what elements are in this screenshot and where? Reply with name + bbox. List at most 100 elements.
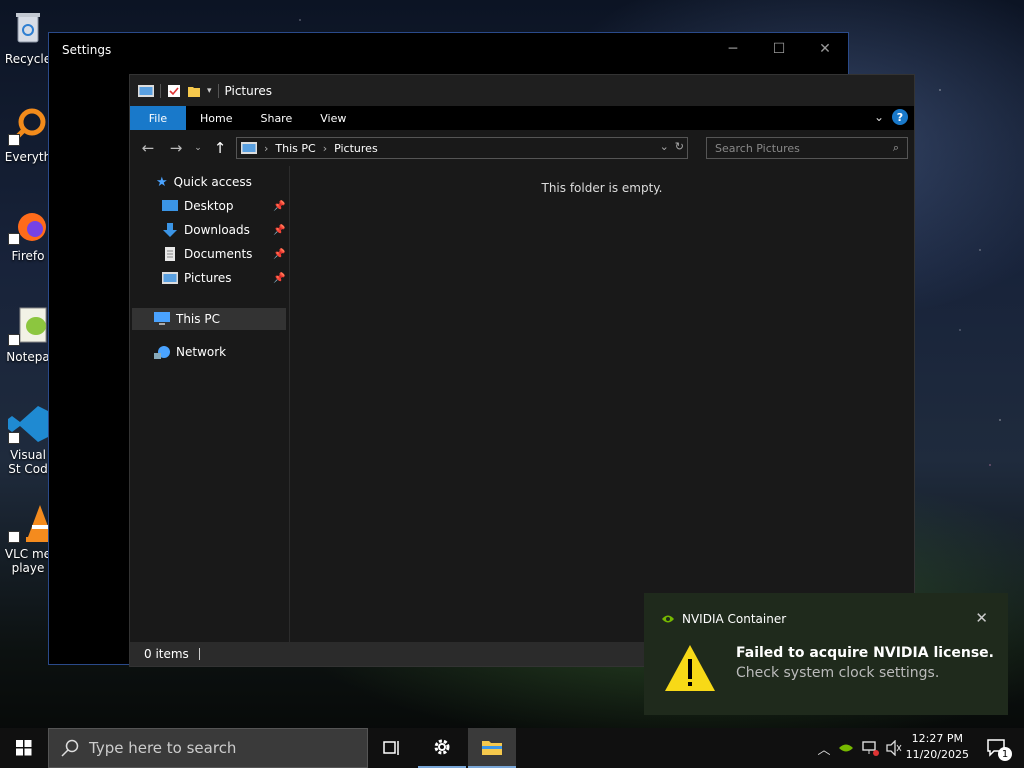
close-icon[interactable]: ✕ [975, 609, 988, 627]
explorer-title: Pictures [224, 83, 273, 98]
vscode-icon [8, 404, 48, 444]
breadcrumb-separator-icon[interactable]: › [264, 142, 268, 155]
nvidia-tray-icon[interactable] [839, 743, 853, 753]
file-explorer-window: ▾ Pictures File Home Share View ⌄ ? ← → … [129, 74, 915, 667]
breadcrumb-separator-icon[interactable]: › [323, 142, 327, 155]
sidebar-item-desktop[interactable]: Desktop 📌 [162, 195, 287, 217]
notification-app-name: NVIDIA Container [682, 612, 787, 626]
sidebar-item-label: Desktop [184, 199, 234, 213]
help-icon[interactable]: ? [892, 109, 908, 125]
sidebar-item-quick-access[interactable]: ★ Quick access [156, 171, 252, 193]
sidebar-item-documents[interactable]: Documents 📌 [162, 243, 287, 265]
documents-folder-icon [165, 247, 175, 261]
gear-icon [434, 739, 450, 755]
pictures-location-icon [241, 142, 257, 154]
pin-icon[interactable]: 📌 [273, 249, 285, 260]
file-list[interactable]: This folder is empty. [290, 166, 914, 642]
settings-title: Settings [62, 43, 112, 57]
desktop-icon-everything[interactable]: Everyth [4, 106, 52, 164]
recycle-bin-icon [8, 8, 48, 48]
taskbar: Type here to search ︿ 12:27 PM 11/20/202… [0, 728, 1024, 768]
pictures-window-icon [138, 84, 154, 97]
sidebar-item-pictures[interactable]: Pictures 📌 [162, 267, 287, 289]
pin-icon[interactable]: 📌 [273, 273, 285, 284]
taskbar-settings-app[interactable] [418, 728, 466, 768]
desktop-icon-label: Notepa [6, 350, 50, 364]
sidebar-item-label: Quick access [173, 175, 252, 189]
sidebar-item-label: Pictures [184, 271, 232, 285]
notification-body: Check system clock settings. [736, 665, 940, 681]
refresh-icon[interactable]: ↻ [675, 140, 684, 153]
settings-window-controls: ─ ☐ ✕ [710, 33, 848, 65]
vlc-icon [8, 503, 54, 543]
search-input[interactable]: Search Pictures ⌕ [706, 137, 908, 159]
address-row: ← → ⌄ ↑ › This PC › Pictures ⌄ ↻ Search … [130, 130, 914, 166]
search-placeholder: Search Pictures [715, 141, 800, 155]
sidebar-item-label: This PC [176, 312, 220, 326]
recent-locations-chevron-icon[interactable]: ⌄ [192, 136, 204, 160]
sidebar-item-this-pc[interactable]: This PC [132, 308, 286, 330]
search-icon: ⌕ [892, 141, 899, 154]
breadcrumb-this-pc[interactable]: This PC [275, 142, 315, 155]
task-view-icon [383, 741, 399, 755]
star-icon: ★ [156, 174, 168, 190]
tab-share[interactable]: Share [246, 106, 306, 130]
downloads-folder-icon [163, 223, 177, 237]
notepad-plus-icon [8, 306, 48, 346]
tab-home[interactable]: Home [186, 106, 246, 130]
sidebar-item-network[interactable]: Network [154, 341, 226, 363]
taskbar-clock[interactable]: 12:27 PM 11/20/2025 [906, 731, 969, 763]
item-count: 0 items [144, 647, 189, 661]
desktop-icon-vscode[interactable]: Visual St Cod [4, 404, 52, 476]
pin-icon[interactable]: 📌 [273, 225, 285, 236]
task-view-button[interactable] [368, 728, 416, 768]
show-hidden-icons-chevron-icon[interactable]: ︿ [815, 739, 833, 758]
properties-quick-icon[interactable] [167, 84, 181, 98]
taskbar-file-explorer-app[interactable] [468, 728, 516, 768]
start-button[interactable] [0, 728, 48, 768]
desktop-icon-firefox[interactable]: Firefo [4, 205, 52, 263]
pin-icon[interactable]: 📌 [273, 201, 285, 212]
desktop-icon-recycle-bin[interactable]: Recycle [4, 8, 52, 66]
close-button[interactable]: ✕ [802, 33, 848, 65]
taskbar-search-placeholder: Type here to search [89, 739, 237, 757]
desktop-icon-label: Recycle [4, 52, 52, 66]
clock-time: 12:27 PM [911, 732, 963, 745]
warning-icon [665, 645, 715, 691]
action-center-button[interactable]: 1 [986, 737, 1012, 761]
empty-folder-message: This folder is empty. [541, 181, 663, 195]
navigation-pane: ★ Quick access Desktop 📌 Downloads 📌 Doc… [130, 166, 290, 642]
maximize-button[interactable]: ☐ [756, 33, 802, 65]
notification-title: Failed to acquire NVIDIA license. [736, 645, 994, 661]
status-divider [198, 648, 200, 660]
address-dropdown-icon[interactable]: ⌄ [660, 140, 669, 153]
network-tray-icon[interactable] [861, 740, 879, 756]
customize-quick-access-icon[interactable]: ▾ [207, 86, 212, 96]
ribbon: File Home Share View ⌄ ? [130, 106, 914, 130]
tab-view[interactable]: View [306, 106, 360, 130]
taskbar-search-box[interactable]: Type here to search [48, 728, 368, 768]
clock-date: 11/20/2025 [905, 748, 969, 761]
back-arrow-icon[interactable]: ← [136, 136, 160, 160]
explorer-title-bar: ▾ Pictures [130, 75, 914, 106]
address-bar[interactable]: › This PC › Pictures ⌄ ↻ [236, 137, 688, 159]
desktop-icon-vlc[interactable]: VLC me playe [4, 503, 54, 575]
desktop-icon-label: VLC me playe [4, 547, 52, 575]
tab-file[interactable]: File [130, 106, 186, 130]
notification-header: NVIDIA Container [662, 612, 786, 626]
expand-ribbon-icon[interactable]: ⌄ [874, 110, 884, 124]
up-arrow-icon[interactable]: ↑ [208, 136, 232, 160]
desktop-icon-label: Firefo [11, 249, 45, 263]
breadcrumb-pictures[interactable]: Pictures [334, 142, 378, 155]
network-icon [154, 346, 170, 359]
notification-toast[interactable]: NVIDIA Container ✕ Failed to acquire NVI… [644, 593, 1008, 715]
sidebar-item-downloads[interactable]: Downloads 📌 [162, 219, 287, 241]
notification-message: Failed to acquire NVIDIA license. Check … [736, 645, 994, 681]
forward-arrow-icon[interactable]: → [164, 136, 188, 160]
desktop-icon-notepadpp[interactable]: Notepa [4, 306, 52, 364]
volume-muted-icon[interactable] [885, 740, 903, 756]
new-folder-quick-icon[interactable] [187, 84, 201, 98]
nvidia-icon [662, 615, 674, 623]
minimize-button[interactable]: ─ [710, 33, 756, 65]
computer-icon [154, 312, 170, 325]
